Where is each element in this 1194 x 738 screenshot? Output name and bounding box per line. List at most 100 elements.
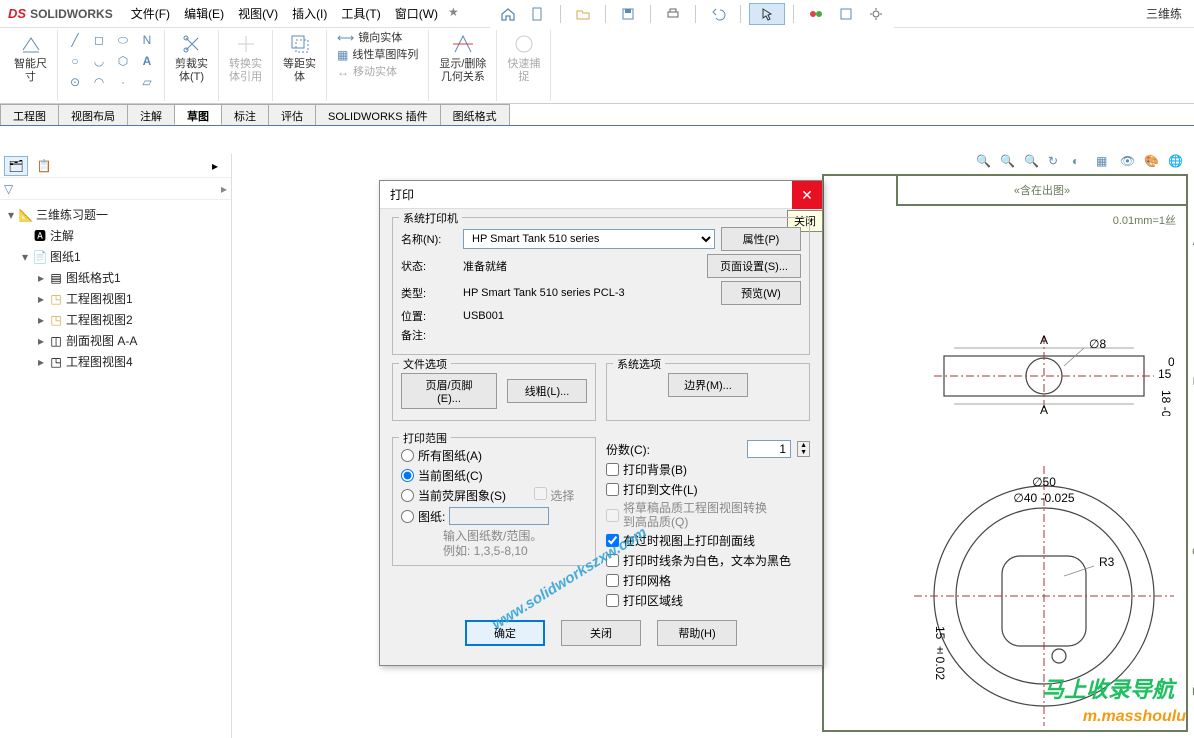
command-tabs: 工程图 视图布局 注解 草图 标注 评估 SOLIDWORKS 插件 图纸格式: [0, 104, 1194, 126]
point-tool[interactable]: ·: [112, 72, 134, 92]
spline-tool[interactable]: N: [136, 30, 158, 50]
printer-select[interactable]: HP Smart Tank 510 series: [463, 229, 715, 249]
radio-all-sheets[interactable]: 所有图纸(A): [401, 447, 587, 464]
hide-show-icon[interactable]: 👁: [1120, 154, 1142, 174]
zoom-fit-icon[interactable]: 🔍: [976, 154, 998, 174]
radio-sheets[interactable]: 图纸:: [401, 507, 587, 525]
tab-evaluate[interactable]: 评估: [268, 104, 316, 125]
home-icon[interactable]: [494, 3, 522, 25]
polygon-tool[interactable]: ⬡: [112, 51, 134, 71]
copies-up-icon[interactable]: ▲: [798, 442, 809, 449]
drawing-view-top: A A ∅8 15 0 18 -0.03: [914, 326, 1174, 416]
settings-icon[interactable]: [862, 3, 890, 25]
tab-annotation[interactable]: 注解: [127, 104, 175, 125]
properties-button[interactable]: 属性(P): [721, 227, 801, 251]
smart-dimension-tool[interactable]: 智能尺 寸: [10, 30, 51, 86]
save-icon[interactable]: [614, 3, 642, 25]
tree-sheet1[interactable]: ▾📄 图纸1: [2, 246, 229, 267]
svg-text:∅50: ∅50: [1032, 475, 1056, 489]
header-footer-button[interactable]: 页眉/页脚(E)...: [401, 373, 497, 409]
section-icon: ◫: [49, 334, 63, 348]
tree-annotations[interactable]: 🅰 注解: [2, 225, 229, 246]
check-to-file[interactable]: 打印到文件(L): [606, 481, 810, 498]
scene-icon[interactable]: 🌐: [1168, 154, 1190, 174]
dialog-close-button[interactable]: ✕: [792, 181, 822, 209]
tree-view4[interactable]: ▸◳ 工程图视图4: [2, 351, 229, 372]
drawing-icon: 📐: [19, 208, 33, 222]
radio-screen[interactable]: 当前荧屏图象(S) 选择: [401, 487, 587, 504]
tab-drawing[interactable]: 工程图: [0, 104, 59, 125]
line-weight-button[interactable]: 线粗(L)...: [507, 379, 587, 403]
check-background[interactable]: 打印背景(B): [606, 461, 810, 478]
tab-sheet-format[interactable]: 图纸格式: [440, 104, 510, 125]
svg-text:15 ±0.02: 15 ±0.02: [933, 626, 947, 680]
tree-view1[interactable]: ▸◳ 工程图视图1: [2, 288, 229, 309]
arc-tool[interactable]: ◡: [88, 51, 110, 71]
check-section-lines[interactable]: 在过时视图上打印剖面线: [606, 532, 810, 549]
title-block: «含在出图»: [896, 176, 1186, 206]
linear-pattern-tool[interactable]: ▦线性草图阵列: [333, 47, 422, 63]
preview-button[interactable]: 预览(W): [721, 281, 801, 305]
check-white-lines[interactable]: 打印时线条为白色，文本为黑色: [606, 552, 810, 569]
copies-down-icon[interactable]: ▼: [798, 449, 809, 456]
tab-layout[interactable]: 视图布局: [58, 104, 128, 125]
undo-icon[interactable]: [704, 3, 732, 25]
tree-view2[interactable]: ▸◳ 工程图视图2: [2, 309, 229, 330]
tree-sheet-format[interactable]: ▸▤ 图纸格式1: [2, 267, 229, 288]
tree-root[interactable]: ▾📐 三维练习题一: [2, 204, 229, 225]
select-tool[interactable]: [749, 3, 785, 25]
dialog-title-bar[interactable]: 打印: [380, 181, 822, 209]
copies-input[interactable]: [747, 440, 791, 458]
rebuild-icon[interactable]: [802, 3, 830, 25]
radio-current-sheet[interactable]: 当前图纸(C): [401, 467, 587, 484]
text-tool[interactable]: A: [136, 51, 158, 71]
menu-edit[interactable]: 编辑(E): [178, 1, 230, 26]
line-tool[interactable]: ╱: [64, 30, 86, 50]
tree-section-view[interactable]: ▸◫ 剖面视图 A-A: [2, 330, 229, 351]
rotate-icon[interactable]: ↻: [1048, 154, 1070, 174]
offset-entities-tool[interactable]: 等距实 体: [279, 30, 320, 86]
property-tab-icon[interactable]: 📋: [32, 156, 56, 176]
tab-addins[interactable]: SOLIDWORKS 插件: [315, 104, 441, 125]
filter-row: ▽ ▸: [0, 178, 231, 200]
help-button[interactable]: 帮助(H): [657, 620, 737, 646]
page-setup-button[interactable]: 页面设置(S)...: [707, 254, 801, 278]
options-icon[interactable]: [832, 3, 860, 25]
circle-tool[interactable]: ○: [64, 51, 86, 71]
section-view-icon[interactable]: ◐: [1072, 154, 1094, 174]
slot-tool[interactable]: ⬭: [112, 30, 134, 50]
feature-tree-tab-icon[interactable]: 🗂: [4, 156, 28, 176]
filter-icon[interactable]: ▽: [4, 182, 13, 196]
tab-dimension[interactable]: 标注: [221, 104, 269, 125]
check-grid[interactable]: 打印网格: [606, 572, 810, 589]
menu-window[interactable]: 窗口(W): [389, 1, 444, 26]
zoom-prev-icon[interactable]: 🔍: [1024, 154, 1046, 174]
ellipse-tool[interactable]: ⊙: [64, 72, 86, 92]
menu-insert[interactable]: 插入(I): [286, 1, 333, 26]
appearance-icon[interactable]: 🎨: [1144, 154, 1166, 174]
menu-file[interactable]: 文件(F): [125, 1, 176, 26]
fillet-tool[interactable]: ◠: [88, 72, 110, 92]
check-zone-lines[interactable]: 打印区域线: [606, 592, 810, 609]
print-icon[interactable]: [659, 3, 687, 25]
mirror-entities-tool[interactable]: ⟷镜向实体: [333, 30, 406, 46]
open-icon[interactable]: [569, 3, 597, 25]
new-icon[interactable]: [524, 3, 552, 25]
menu-tools[interactable]: 工具(T): [335, 1, 386, 26]
margins-button[interactable]: 边界(M)...: [668, 373, 748, 397]
filter-expand-icon[interactable]: ▸: [221, 182, 227, 196]
zoom-area-icon[interactable]: 🔍: [1000, 154, 1022, 174]
menu-view[interactable]: 视图(V): [232, 1, 284, 26]
display-relations-tool[interactable]: 显示/删除 几何关系: [435, 30, 490, 86]
menu-more-icon[interactable]: ★: [446, 1, 461, 26]
svg-text:R3: R3: [1099, 555, 1115, 569]
panel-expand-icon[interactable]: ▸: [203, 156, 227, 176]
display-style-icon[interactable]: ▦: [1096, 154, 1118, 174]
close-button[interactable]: 关闭: [561, 620, 641, 646]
convert-entities-tool: 转换实 体引用: [225, 30, 266, 86]
ok-button[interactable]: 确定: [465, 620, 545, 646]
tab-sketch[interactable]: 草图: [174, 104, 222, 125]
trim-entities-tool[interactable]: 剪裁实 体(T): [171, 30, 212, 86]
plane-tool[interactable]: ▱: [136, 72, 158, 92]
corner-rect-tool[interactable]: ◻: [88, 30, 110, 50]
